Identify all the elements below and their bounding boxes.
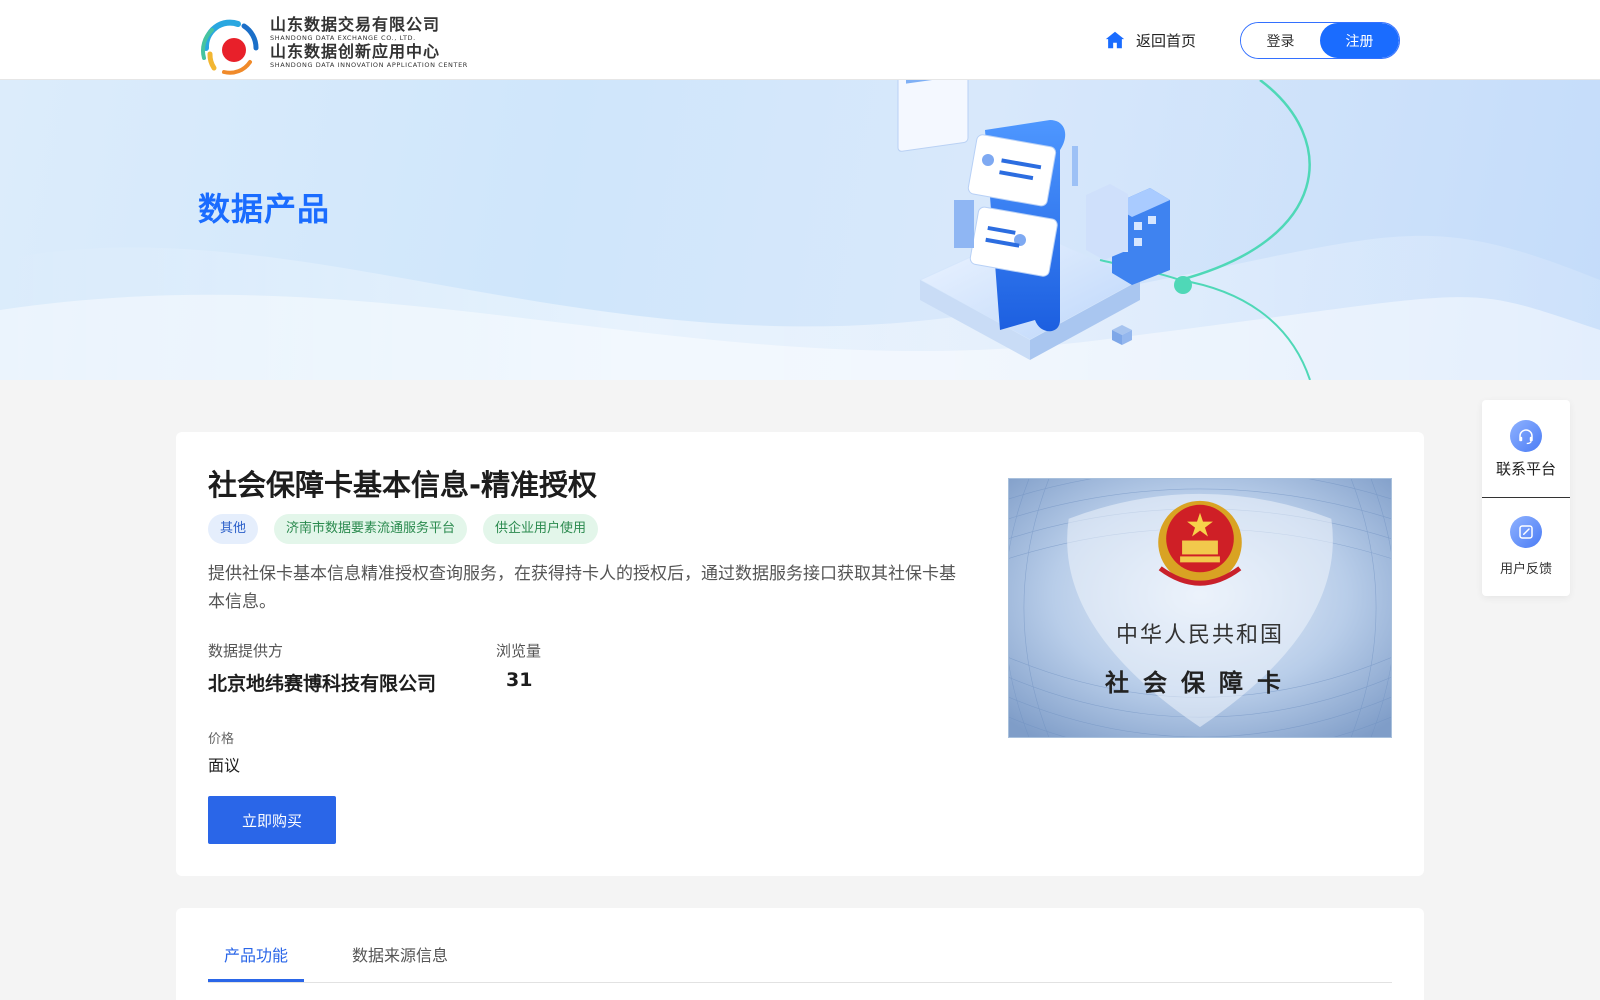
active-tab-indicator [208,979,304,982]
price-value: 面议 [208,756,241,775]
home-link-label: 返回首页 [1136,31,1197,50]
card-image-title: 社会保障卡 [1105,668,1295,697]
tabs-divider [208,982,1392,983]
tag-platform: 济南市数据要素流通服务平台 [274,514,468,544]
user-feedback-label: 用户反馈 [1499,562,1552,577]
banner-illustration [0,80,1600,380]
logo-line2-en: SHANDONG DATA INNOVATION APPLICATION CEN… [270,61,468,69]
tab-data-source[interactable]: 数据来源信息 [352,942,448,966]
price-label: 价格 [208,732,235,747]
views-value: 31 [506,669,533,691]
company-logo[interactable]: 山东数据交易有限公司 SHANDONG DATA EXCHANGE CO., L… [198,12,468,76]
banner-title: 数据产品 [198,190,331,228]
tab-product-function[interactable]: 产品功能 [224,942,288,966]
hero-banner: 数据产品 [0,80,1600,380]
home-icon [1105,31,1125,49]
home-link[interactable]: 返回首页 [1104,26,1196,54]
tag-audience: 供企业用户使用 [483,514,599,544]
register-button[interactable]: 注册 [1320,23,1399,58]
product-description: 提供社保卡基本信息精准授权查询服务，在获得持卡人的授权后，通过数据服务接口获取其… [208,564,956,612]
edit-icon [1510,516,1542,548]
contact-platform-button[interactable]: 联系平台 [1482,420,1570,479]
contact-platform-label: 联系平台 [1495,460,1556,478]
provider-value: 北京地纬赛博科技有限公司 [208,673,437,695]
headset-icon [1510,420,1542,452]
card-image-country: 中华人民共和国 [1115,623,1284,648]
social-security-card-image [1009,479,1391,737]
buy-now-button[interactable]: 立即购买 [208,796,336,844]
login-button[interactable]: 登录 [1241,23,1320,58]
logo-mark-icon [201,19,259,75]
product-title: 社会保障卡基本信息-精准授权 [208,468,598,502]
user-feedback-button[interactable]: 用户反馈 [1482,516,1570,577]
tag-category: 其他 [208,514,259,544]
provider-label: 数据提供方 [208,642,284,660]
logo-line1-cn: 山东数据交易有限公司 [270,15,441,34]
product-tabs-card: 产品功能 数据来源信息 [176,908,1424,1000]
product-detail-card: 社会保障卡基本信息-精准授权 其他 济南市数据要素流通服务平台 供企业用户使用 … [176,432,1424,876]
product-image: 中华人民共和国 社会保障卡 [1008,478,1392,738]
floating-side-widget: 联系平台 用户反馈 [1482,400,1570,596]
auth-buttons: 登录 注册 [1240,22,1400,59]
product-tags: 其他 济南市数据要素流通服务平台 供企业用户使用 [208,514,599,544]
logo-text: 山东数据交易有限公司 SHANDONG DATA EXCHANGE CO., L… [270,15,468,70]
side-widget-divider [1482,497,1570,498]
logo-line2-cn: 山东数据创新应用中心 [270,42,441,61]
views-label: 浏览量 [496,642,542,660]
top-header: 山东数据交易有限公司 SHANDONG DATA EXCHANGE CO., L… [0,0,1600,80]
